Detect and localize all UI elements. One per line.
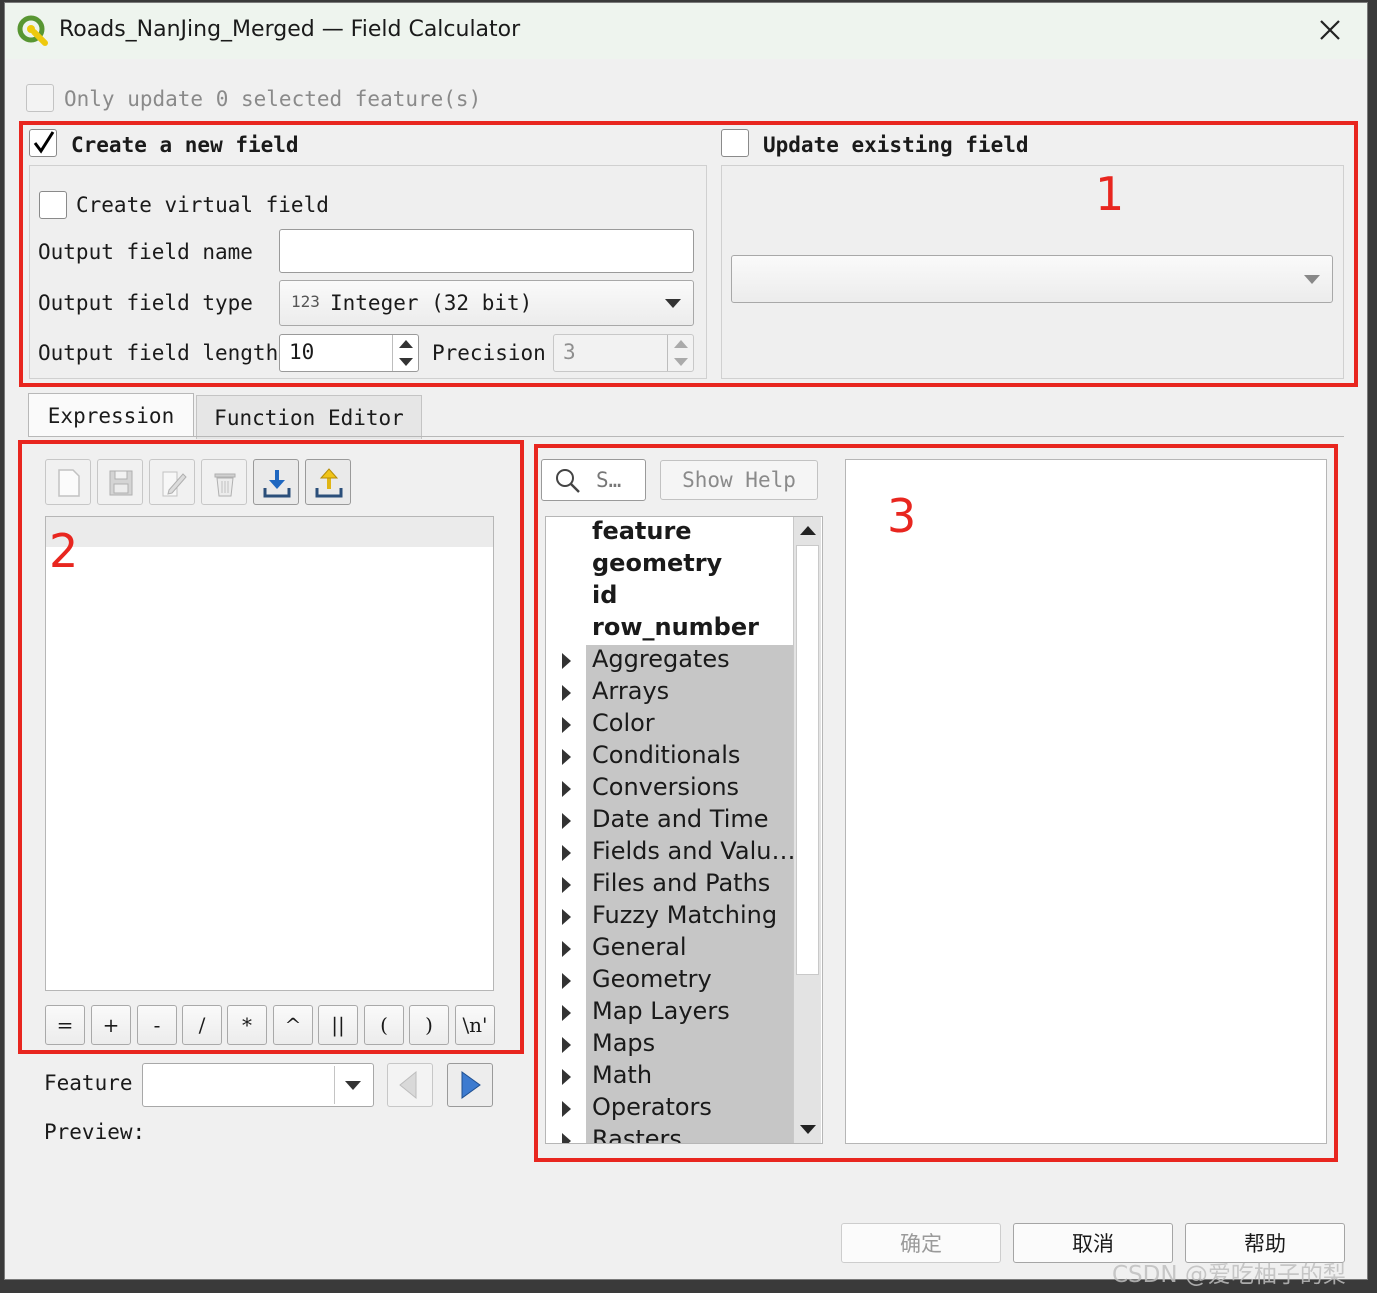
next-feature-button[interactable]	[447, 1063, 493, 1107]
only-update-checkbox[interactable]	[26, 84, 54, 112]
annotation-box-2	[18, 440, 524, 1054]
feature-label: Feature	[44, 1071, 133, 1095]
arrow-left-icon	[399, 1070, 417, 1100]
preview-label: Preview:	[44, 1120, 146, 1144]
feature-select[interactable]	[142, 1063, 374, 1107]
arrow-right-icon	[461, 1071, 481, 1099]
title-bar: Roads_NanJing_Merged — Field Calculator	[5, 3, 1367, 59]
annotation-box-1	[19, 121, 1358, 387]
tab-divider	[28, 436, 1344, 437]
field-calculator-dialog: Roads_NanJing_Merged — Field Calculator …	[4, 2, 1368, 1280]
qgis-logo-icon	[17, 15, 48, 46]
watermark-text: CSDN @爱吃柚子的梨	[1112, 1262, 1346, 1288]
annotation-number-2: 2	[49, 524, 79, 578]
window-title: Roads_NanJing_Merged — Field Calculator	[59, 17, 521, 42]
annotation-box-3	[534, 444, 1338, 1162]
ok-button[interactable]: 确定	[841, 1223, 1001, 1263]
combo-divider	[334, 1066, 335, 1104]
close-icon[interactable]	[1313, 13, 1347, 47]
only-update-label: Only update 0 selected feature(s)	[64, 87, 482, 111]
annotation-number-1: 1	[1095, 167, 1125, 221]
previous-feature-button[interactable]	[387, 1063, 433, 1107]
tab-function-editor[interactable]: Function Editor	[196, 395, 422, 439]
annotation-number-3: 3	[887, 489, 917, 543]
tab-expression[interactable]: Expression	[28, 393, 194, 437]
chevron-down-icon	[345, 1081, 361, 1090]
